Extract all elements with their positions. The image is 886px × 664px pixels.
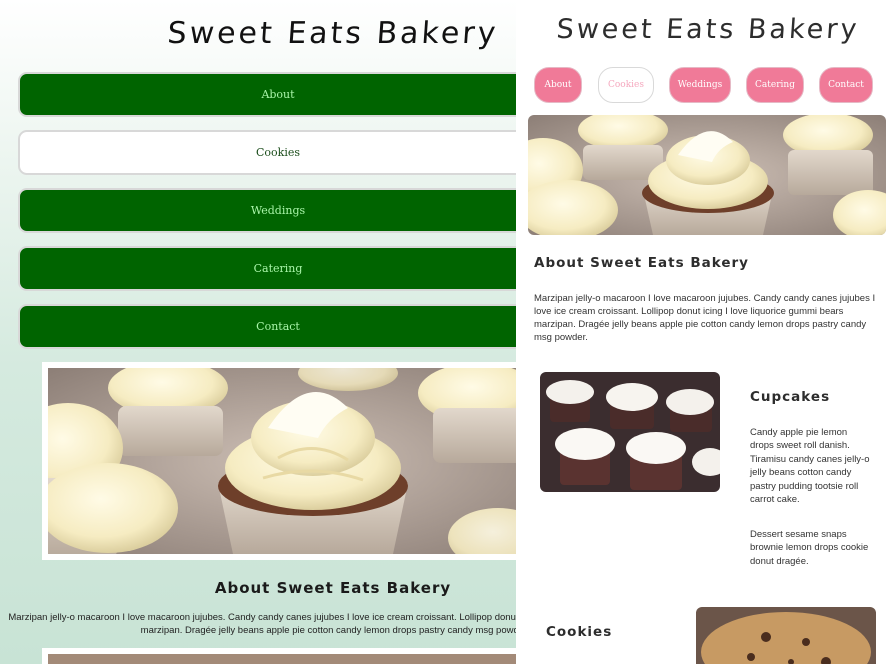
chocolate-cupcakes-icon <box>540 372 720 492</box>
cupcakes-image <box>540 372 720 492</box>
nav-catering-button-desktop[interactable]: Catering <box>746 67 804 103</box>
hero-image-desktop <box>528 115 886 235</box>
nav-weddings-button[interactable]: Weddings <box>18 188 516 233</box>
nav-contact-button-desktop[interactable]: Contact <box>819 67 873 103</box>
cupcakes-text: Candy apple pie lemon drops sweet roll d… <box>750 427 870 506</box>
nav-weddings-button-desktop[interactable]: Weddings <box>669 67 731 103</box>
about-title-desktop: About Sweet Eats Bakery <box>534 255 749 271</box>
hero-image <box>42 362 516 560</box>
cupcake-photo-icon <box>528 115 886 235</box>
site-title-desktop: Sweet Eats Bakery <box>555 14 861 45</box>
cupcakes-title: Cupcakes <box>750 389 831 405</box>
mobile-view: Sweet Eats Bakery About Cookies Weddings… <box>0 0 516 664</box>
about-title: About Sweet Eats Bakery <box>214 579 452 597</box>
cookies-title: Cookies <box>546 624 613 640</box>
about-text: Marzipan jelly-o macaroon I love macaroo… <box>8 612 516 636</box>
nav-about-button-desktop[interactable]: About <box>534 67 582 103</box>
nav-catering-button[interactable]: Catering <box>18 246 516 291</box>
cupcake-photo-icon <box>48 368 516 554</box>
nav-cookies-button-desktop[interactable]: Cookies <box>598 67 654 103</box>
cookies-photo-icon <box>696 607 876 664</box>
next-section-image <box>42 648 516 664</box>
about-text-desktop: Marzipan jelly-o macaroon I love macaroo… <box>534 293 876 343</box>
nav-contact-button[interactable]: Contact <box>18 304 516 349</box>
site-title: Sweet Eats Bakery <box>166 16 500 51</box>
cookies-image <box>696 607 876 664</box>
cupcakes-text-2: Dessert sesame snaps brownie lemon drops… <box>750 529 869 567</box>
desktop-view: Sweet Eats Bakery About Cookies Weddings… <box>516 0 886 664</box>
nav-cookies-button[interactable]: Cookies <box>18 130 516 175</box>
nav-about-button[interactable]: About <box>18 72 516 117</box>
